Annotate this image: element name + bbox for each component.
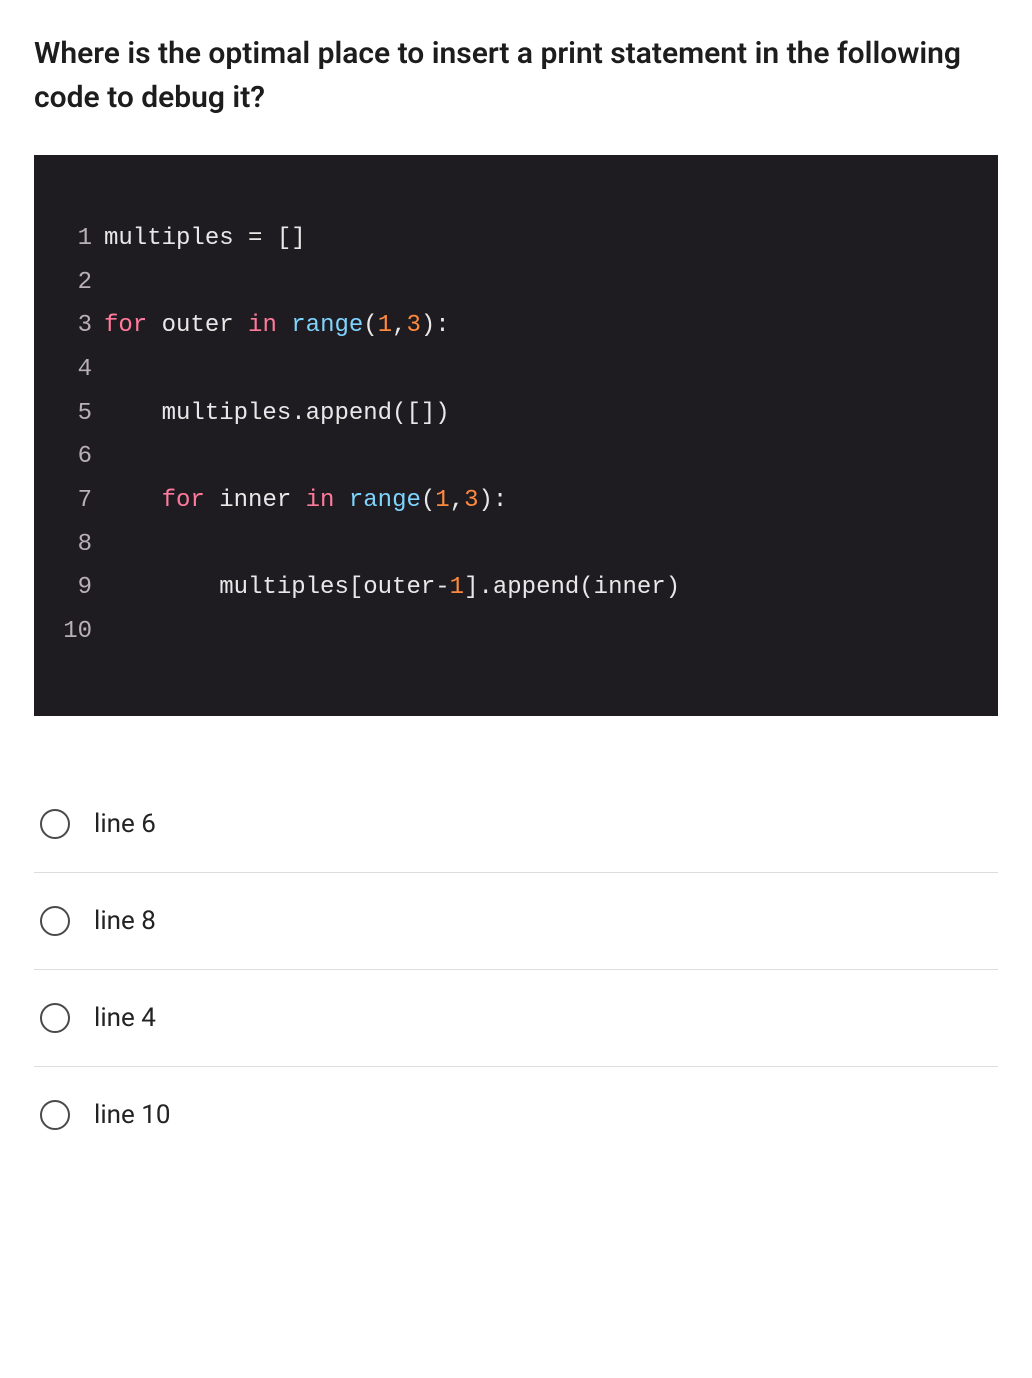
radio-icon — [40, 1100, 70, 1130]
option-line-4[interactable]: line 4 — [34, 970, 998, 1067]
code-token — [334, 487, 348, 514]
code-token: for — [162, 487, 205, 514]
code-block: 1multiples = []23for outer in range(1,3)… — [34, 155, 998, 716]
code-line: 5 multiples.append([]) — [62, 392, 970, 436]
code-token: ( — [421, 487, 435, 514]
code-line: 3for outer in range(1,3): — [62, 304, 970, 348]
code-token: 3 — [464, 487, 478, 514]
code-token: 1 — [378, 312, 392, 339]
code-line: 6 — [62, 435, 970, 479]
option-label: line 6 — [94, 809, 156, 839]
question-text: Where is the optimal place to insert a p… — [34, 32, 998, 119]
option-label: line 4 — [94, 1003, 156, 1033]
option-label: line 10 — [94, 1100, 170, 1130]
code-token: in — [306, 487, 335, 514]
code-line: 7 for inner in range(1,3): — [62, 479, 970, 523]
code-token: range — [291, 312, 363, 339]
question-page: Where is the optimal place to insert a p… — [0, 0, 1032, 1163]
code-token — [104, 487, 162, 514]
radio-icon — [40, 906, 70, 936]
line-number: 3 — [62, 304, 104, 348]
code-token: multiples = [] — [104, 225, 306, 252]
line-number: 6 — [62, 435, 104, 479]
code-line: 2 — [62, 261, 970, 305]
code-token: ].append(inner) — [464, 574, 680, 601]
answer-options: line 6 line 8 line 4 line 10 — [34, 776, 998, 1163]
line-number: 1 — [62, 217, 104, 261]
option-label: line 8 — [94, 906, 156, 936]
code-line: 9 multiples[outer-1].append(inner) — [62, 566, 970, 610]
line-number: 9 — [62, 566, 104, 610]
option-line-6[interactable]: line 6 — [34, 776, 998, 873]
code-line: 4 — [62, 348, 970, 392]
line-number: 7 — [62, 479, 104, 523]
code-token: , — [450, 487, 464, 514]
code-token: outer — [147, 312, 248, 339]
code-token: ): — [421, 312, 450, 339]
code-token: for — [104, 312, 147, 339]
code-token: ): — [479, 487, 508, 514]
line-number: 8 — [62, 523, 104, 567]
code-token: multiples.append([]) — [104, 400, 450, 427]
code-line: 1multiples = [] — [62, 217, 970, 261]
line-number: 2 — [62, 261, 104, 305]
option-line-10[interactable]: line 10 — [34, 1067, 998, 1163]
code-token: range — [349, 487, 421, 514]
radio-icon — [40, 809, 70, 839]
line-number: 10 — [62, 610, 104, 654]
code-token: 1 — [450, 574, 464, 601]
radio-icon — [40, 1003, 70, 1033]
code-line: 10 — [62, 610, 970, 654]
line-number: 4 — [62, 348, 104, 392]
code-token — [277, 312, 291, 339]
code-token: 1 — [435, 487, 449, 514]
code-token: in — [248, 312, 277, 339]
line-number: 5 — [62, 392, 104, 436]
code-token: , — [392, 312, 406, 339]
code-token: multiples[outer- — [104, 574, 450, 601]
code-token: 3 — [407, 312, 421, 339]
code-token: ( — [363, 312, 377, 339]
option-line-8[interactable]: line 8 — [34, 873, 998, 970]
code-token: inner — [205, 487, 306, 514]
code-line: 8 — [62, 523, 970, 567]
